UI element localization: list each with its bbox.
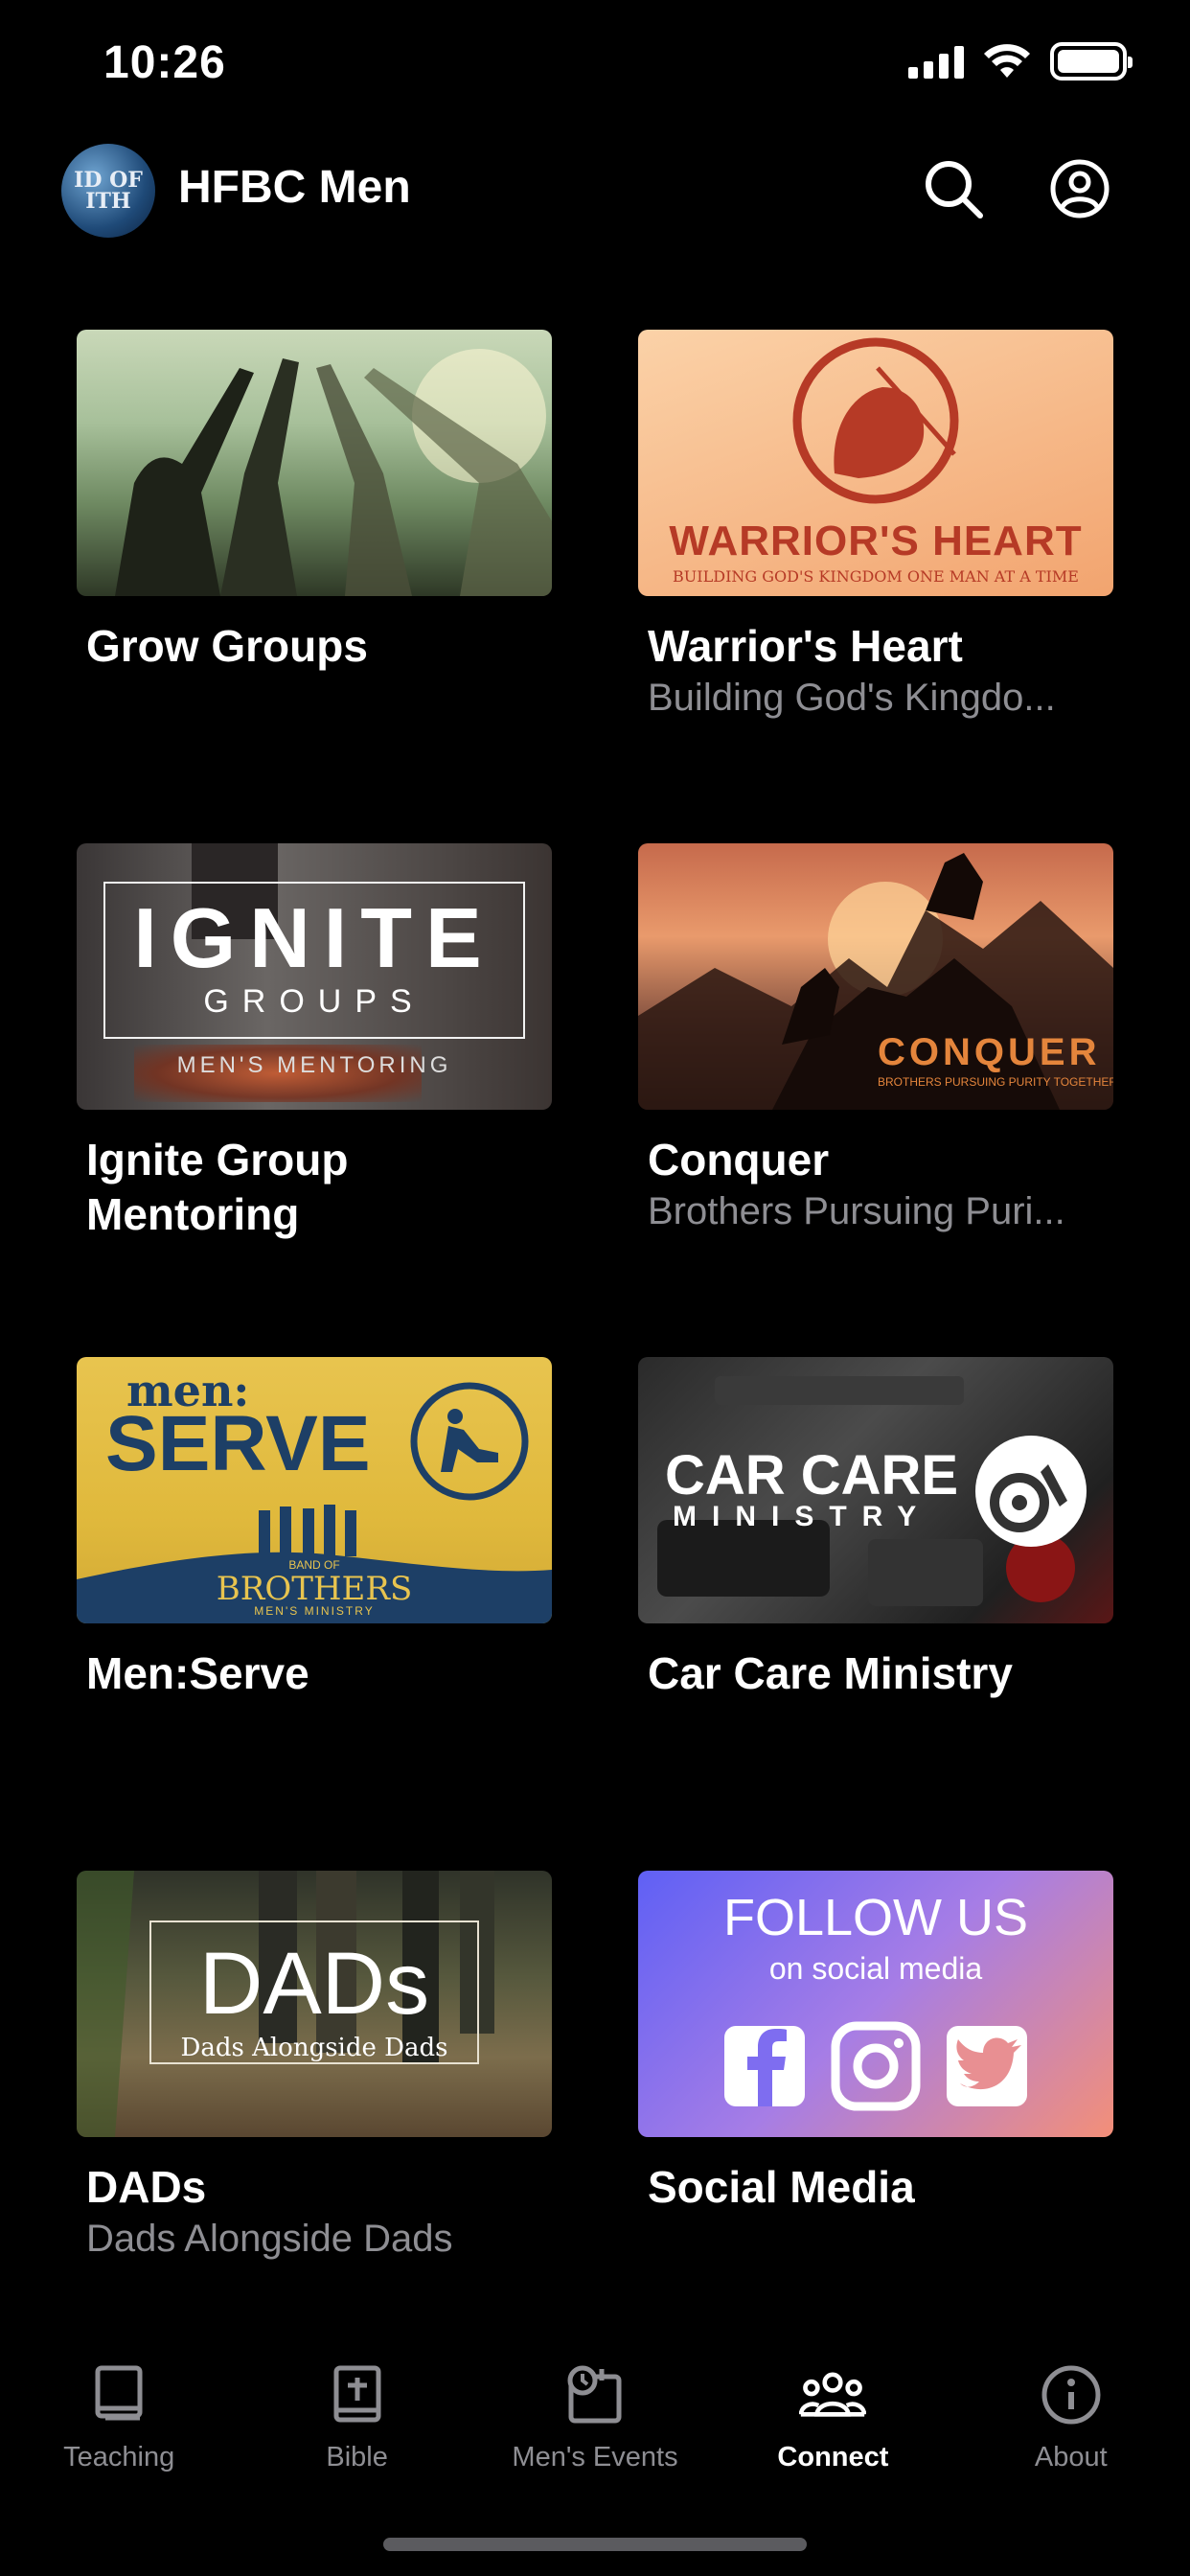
dads-thumbnail: DADs Dads Alongside Dads <box>77 1871 552 2137</box>
card-subtitle: Building God's Kingdo... <box>648 677 1056 719</box>
profile-button[interactable] <box>1046 155 1113 222</box>
card-dads[interactable]: DADs Dads Alongside Dads DADs Dads Along… <box>77 1871 552 2369</box>
card-grow-groups[interactable]: Grow Groups <box>77 330 552 828</box>
status-bar: 10:26 <box>0 0 1190 134</box>
app-title: HFBC Men <box>178 162 411 213</box>
calendar-icon <box>561 2361 629 2428</box>
status-time: 10:26 <box>103 37 226 88</box>
search-icon <box>926 161 983 218</box>
social-icons <box>724 2021 1027 2111</box>
logo-text: ID OF ITH <box>74 168 143 214</box>
car-care-thumbnail: CAR CARE MINISTRY <box>638 1357 1113 1623</box>
people-icon <box>799 2361 867 2428</box>
home-indicator[interactable] <box>383 2538 807 2551</box>
app-logo[interactable]: ID OF ITH <box>61 144 155 238</box>
status-icons <box>908 42 1133 80</box>
car-care-logo-icon <box>975 1436 1087 1547</box>
thumb-subtitle: Dads Alongside Dads <box>180 2034 448 2062</box>
social-media-thumbnail: FOLLOW US on social media <box>638 1871 1113 2137</box>
tab-bible[interactable]: Bible <box>238 2329 475 2482</box>
info-icon <box>1038 2361 1105 2428</box>
wifi-icon <box>984 44 1030 78</box>
card-title: DADs <box>86 2162 207 2212</box>
thumb-title: IGNITE <box>133 890 495 985</box>
grow-groups-thumbnail <box>77 330 552 596</box>
battery-icon <box>1050 42 1133 80</box>
tab-about[interactable]: About <box>952 2329 1190 2482</box>
card-social-media[interactable]: FOLLOW US on social media Social Media <box>638 1871 1113 2369</box>
card-subtitle: Dads Alongside Dads <box>86 2218 453 2260</box>
card-title: Grow Groups <box>86 621 368 671</box>
tab-label: Connect <box>777 2442 889 2472</box>
mens-ministry-label: MEN'S MINISTRY <box>254 1604 375 1618</box>
instagram-icon <box>831 2021 921 2111</box>
thumb-subtitle-2: MEN'S MENTORING <box>176 1052 452 1078</box>
cellular-signal-icon <box>908 44 964 79</box>
book-icon <box>85 2361 152 2428</box>
tab-label: About <box>1034 2442 1108 2472</box>
card-title: Men:Serve <box>86 1648 309 1698</box>
tab-teaching[interactable]: Teaching <box>0 2329 238 2482</box>
thumb-title: WARRIOR'S HEART <box>669 518 1083 564</box>
card-title: Social Media <box>648 2162 915 2212</box>
card-car-care-ministry[interactable]: CAR CARE MINISTRY Car Care Ministry <box>638 1357 1113 1855</box>
grow-groups-image <box>115 349 552 596</box>
card-title: Warrior's Heart <box>648 621 963 671</box>
card-conquer[interactable]: CONQUER BROTHERS PURSUING PURITY TOGETHE… <box>638 843 1113 1342</box>
tab-label: Bible <box>326 2442 388 2472</box>
thumb-subtitle: BROTHERS PURSUING PURITY TOGETHER <box>878 1075 1113 1089</box>
tab-label: Teaching <box>63 2442 175 2472</box>
conquer-thumbnail: CONQUER BROTHERS PURSUING PURITY TOGETHE… <box>638 843 1113 1110</box>
card-subtitle: Brothers Pursuing Puri... <box>648 1190 1065 1232</box>
thumb-subtitle: GROUPS <box>203 983 425 1020</box>
account-icon <box>1050 159 1110 218</box>
card-ignite-group-mentoring[interactable]: IGNITE GROUPS MEN'S MENTORING Ignite Gro… <box>77 843 552 1342</box>
tab-label: Men's Events <box>512 2442 678 2472</box>
tab-connect[interactable]: Connect <box>714 2329 951 2482</box>
men-serve-thumbnail: men: SERVE BAND OF BROTHERS MEN'S MINIST… <box>77 1357 552 1623</box>
card-title: Conquer <box>648 1135 830 1184</box>
card-warriors-heart[interactable]: WARRIOR'S HEART BUILDING GOD'S KINGDOM O… <box>638 330 1113 828</box>
tab-bar: Teaching Bible Men's Events Connect Abou… <box>0 2329 1190 2482</box>
card-title: Ignite Group Mentoring <box>86 1135 349 1239</box>
ignite-thumbnail: IGNITE GROUPS MEN'S MENTORING <box>77 843 552 1110</box>
brothers-label: BROTHERS <box>216 1570 413 1608</box>
search-button[interactable] <box>920 155 987 222</box>
card-title: Car Care Ministry <box>648 1648 1013 1698</box>
card-men-serve[interactable]: men: SERVE BAND OF BROTHERS MEN'S MINIST… <box>77 1357 552 1855</box>
thumb-title: DADs <box>198 1935 430 2033</box>
thumb-title: CONQUER <box>878 1031 1101 1073</box>
app-header: ID OF ITH HFBC Men <box>0 134 1190 249</box>
tab-mens-events[interactable]: Men's Events <box>476 2329 714 2482</box>
thumb-subtitle: BUILDING GOD'S KINGDOM ONE MAN AT A TIME <box>673 567 1079 586</box>
bible-icon <box>324 2361 391 2428</box>
warriors-heart-thumbnail: WARRIOR'S HEART BUILDING GOD'S KINGDOM O… <box>638 330 1113 596</box>
